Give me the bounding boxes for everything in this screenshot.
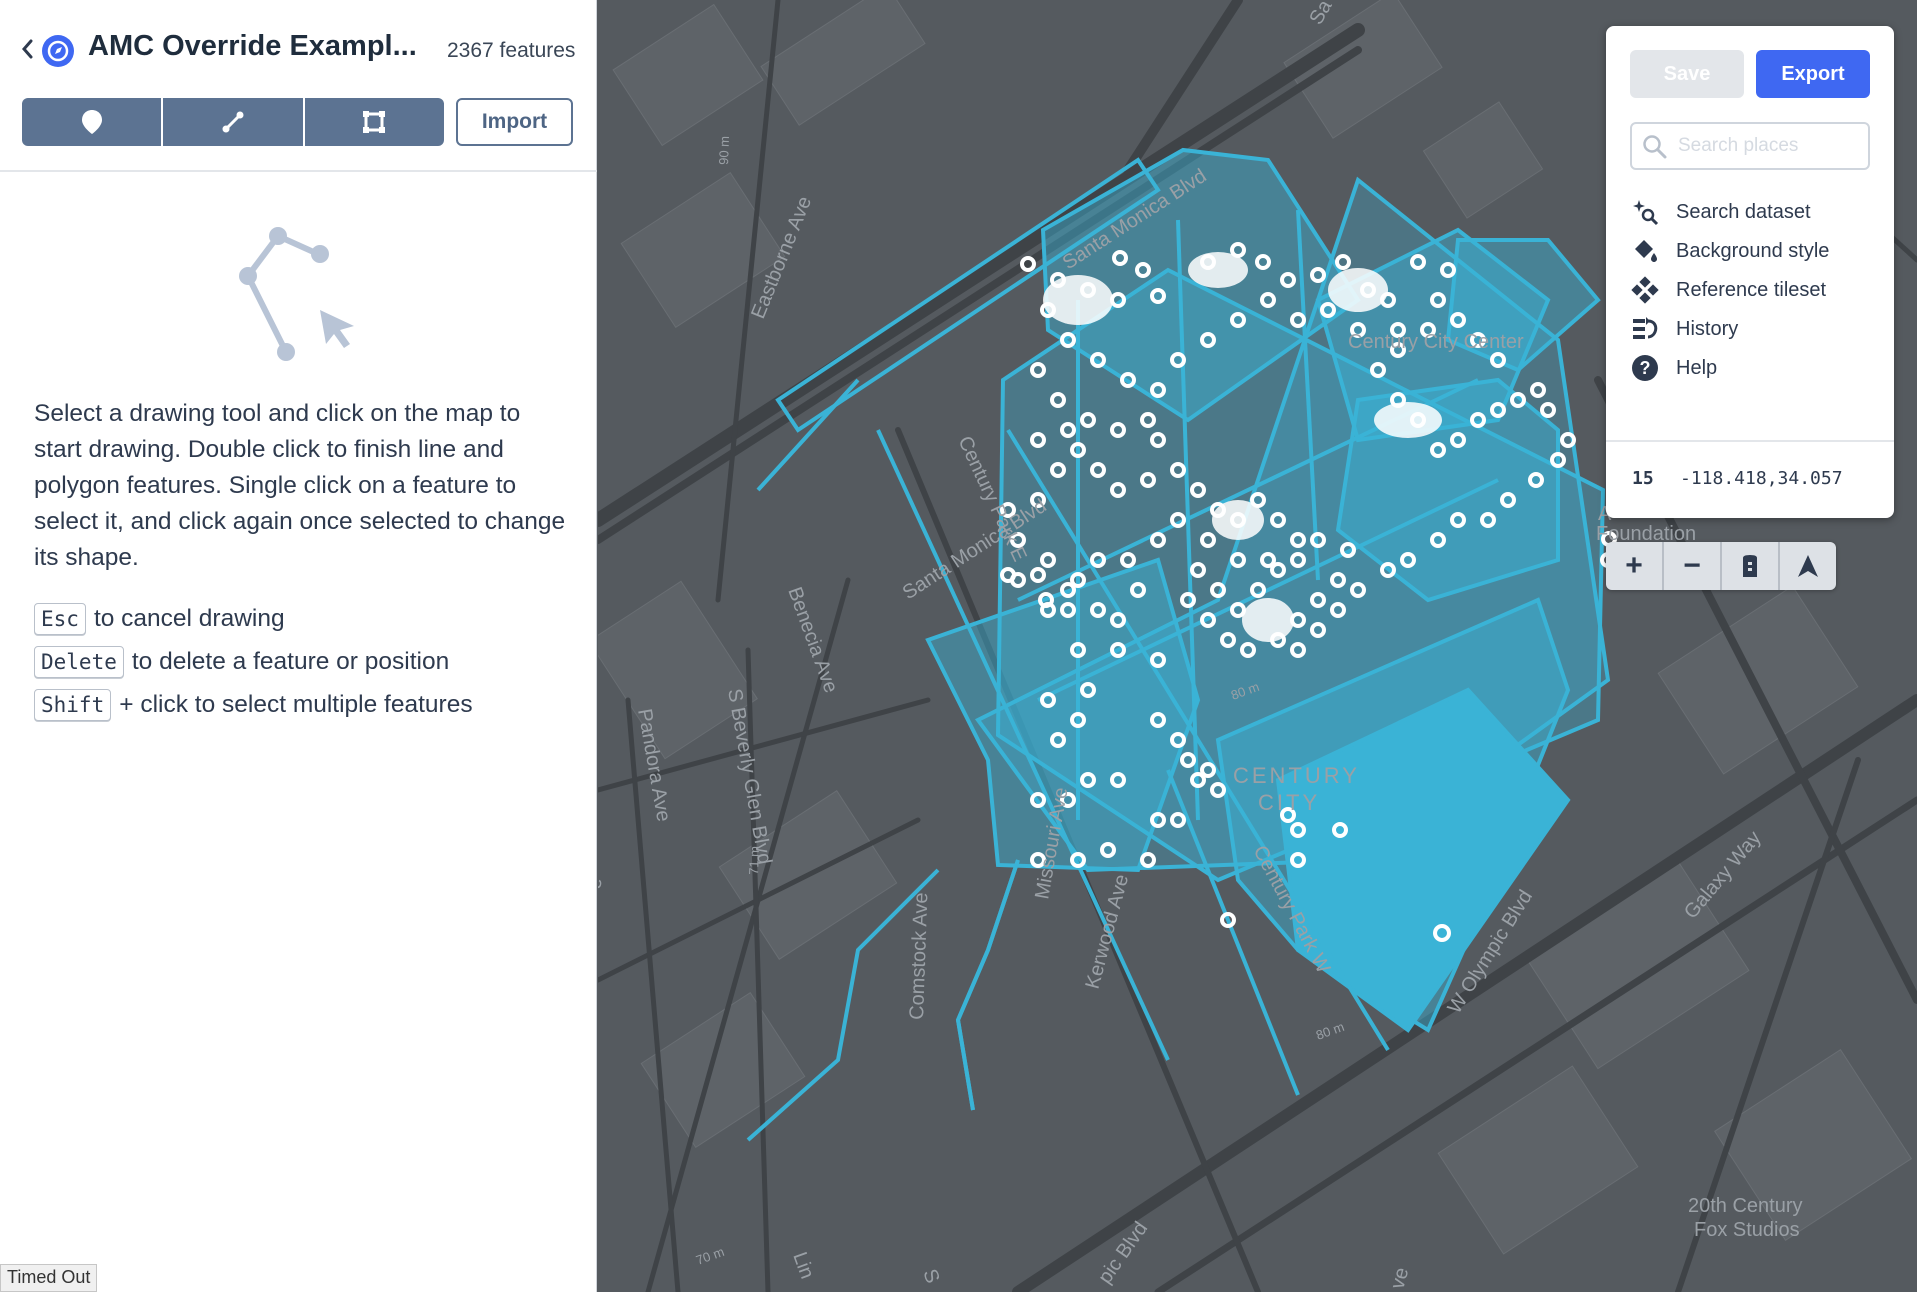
editor-panel: Save Export Search dataset Background st… xyxy=(1606,26,1894,518)
menu-label: Reference tileset xyxy=(1676,278,1827,301)
point-marker-icon xyxy=(81,110,102,134)
history-icon xyxy=(1630,314,1660,344)
shortcut-shift: Shift + click to select multiple feature… xyxy=(34,689,473,721)
sidebar-header: AMC Override Exampl... 2367 features Imp… xyxy=(0,0,597,172)
map-label-century-city-center: Century City Center xyxy=(1348,331,1524,353)
dataset-icon xyxy=(42,35,74,67)
search-icon xyxy=(1642,134,1668,160)
draw-tools xyxy=(22,98,444,146)
plus-icon: + xyxy=(1625,549,1643,582)
draw-line-button[interactable] xyxy=(161,98,303,146)
save-button[interactable]: Save xyxy=(1630,50,1744,98)
minus-icon: − xyxy=(1683,549,1701,582)
menu-help[interactable]: ? Help xyxy=(1630,350,1880,386)
map-controls: + − xyxy=(1606,542,1836,590)
shortcut-desc: to delete a feature or position xyxy=(131,648,450,675)
map-label-comstock: Comstock Ave xyxy=(906,892,932,1020)
cursor-coordinates: -118.418,34.057 xyxy=(1680,468,1843,489)
map-label-fox-1: 20th Century xyxy=(1688,1195,1803,1217)
map-label-fox-2: Fox Studios xyxy=(1694,1219,1800,1241)
compass-button[interactable] xyxy=(1778,542,1836,590)
map-label-century-city-2: CITY xyxy=(1258,790,1320,815)
menu-label: History xyxy=(1676,317,1739,340)
menu-label: Help xyxy=(1676,356,1718,379)
panel-divider xyxy=(1606,440,1894,442)
key-esc: Esc xyxy=(34,603,86,635)
timeout-status: Timed Out xyxy=(0,1264,98,1292)
map-label-elevation: 90 m xyxy=(716,136,732,165)
paint-bucket-icon xyxy=(1630,236,1660,266)
menu-search-dataset[interactable]: Search dataset xyxy=(1630,194,1880,230)
svg-text:?: ? xyxy=(1640,358,1651,378)
chevron-left-icon[interactable] xyxy=(18,36,38,62)
map-label-century-city-1: CENTURY xyxy=(1233,763,1360,788)
shortcut-esc: Esc to cancel drawing xyxy=(34,603,285,635)
sidebar: AMC Override Exampl... 2367 features Imp… xyxy=(0,0,597,1292)
line-icon xyxy=(222,111,244,133)
export-button[interactable]: Export xyxy=(1756,50,1870,98)
dataset-title[interactable]: AMC Override Exampl... xyxy=(88,30,428,63)
draw-point-button[interactable] xyxy=(22,98,162,146)
zoom-level: 15 xyxy=(1632,468,1654,489)
drawing-instructions: Select a drawing tool and click on the m… xyxy=(34,400,566,571)
menu-history[interactable]: History xyxy=(1630,311,1880,347)
menu-background-style[interactable]: Background style xyxy=(1630,233,1880,269)
key-delete: Delete xyxy=(34,646,124,678)
draw-polygon-button[interactable] xyxy=(302,98,444,146)
key-shift: Shift xyxy=(34,689,112,721)
feature-count: 2367 features xyxy=(447,39,576,62)
shortcut-delete: Delete to delete a feature or position xyxy=(34,646,449,678)
shortcut-desc: to cancel drawing xyxy=(93,605,285,632)
map-label-elevation: 71 m xyxy=(746,846,762,875)
lock-button[interactable] xyxy=(1720,542,1778,590)
import-button[interactable]: Import xyxy=(456,98,573,146)
zoom-in-button[interactable]: + xyxy=(1606,542,1662,590)
shortcut-desc: + click to select multiple features xyxy=(119,691,473,718)
help-icon: ? xyxy=(1630,353,1660,383)
sparkle-search-icon xyxy=(1630,197,1660,227)
lock-icon xyxy=(1743,555,1757,577)
compass-north-icon xyxy=(1798,555,1818,577)
draw-line-illustration-icon xyxy=(228,222,368,372)
polygon-icon xyxy=(363,111,386,133)
menu-label: Search dataset xyxy=(1676,200,1811,223)
menu-label: Background style xyxy=(1676,239,1830,262)
menu-reference-tileset[interactable]: Reference tileset xyxy=(1630,272,1880,308)
tileset-icon xyxy=(1630,275,1660,305)
zoom-out-button[interactable]: − xyxy=(1662,542,1720,590)
